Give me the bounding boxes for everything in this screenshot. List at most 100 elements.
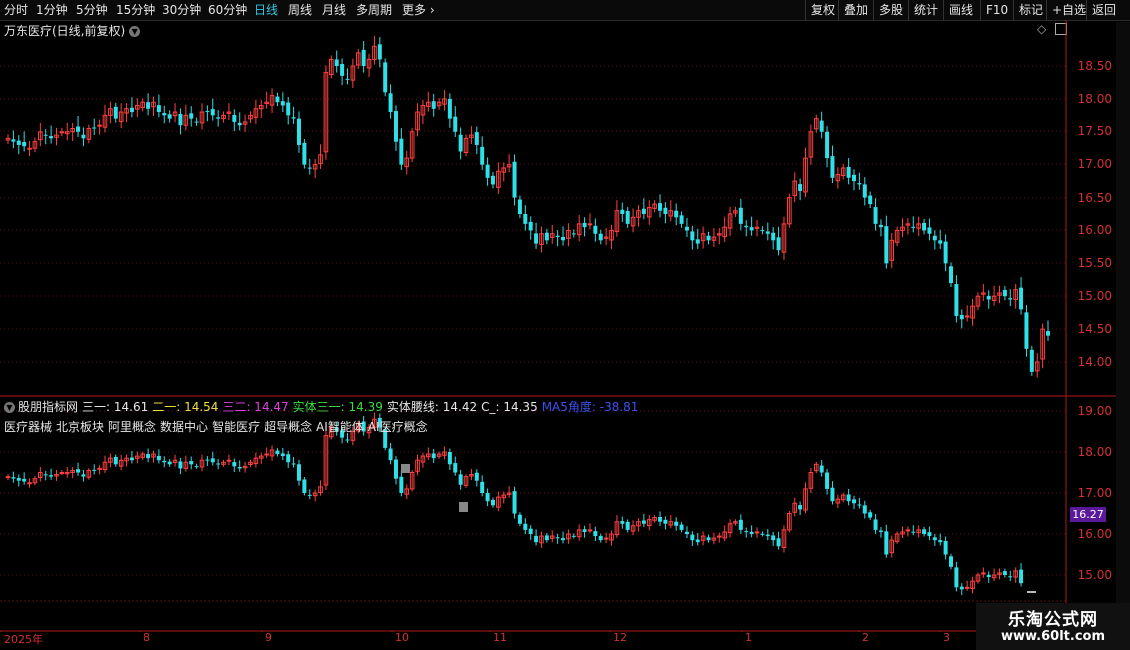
time-label: 1 — [745, 631, 752, 644]
candle-body — [485, 493, 490, 502]
concept-tag[interactable]: 超导概念 — [264, 420, 312, 434]
indicator-value-6: MA5角度: -38.81 — [541, 400, 639, 414]
candle-body — [43, 134, 48, 136]
period-tab-3[interactable]: 15分钟 — [116, 2, 155, 18]
kline-chart[interactable] — [0, 20, 1116, 632]
candle-body — [825, 131, 830, 159]
period-tab-0[interactable]: 分时 — [4, 2, 28, 18]
candle-body — [156, 455, 161, 461]
toolbar-button-6[interactable]: 标记 — [1013, 0, 1048, 20]
period-tab-8[interactable]: 月线 — [322, 2, 346, 18]
candle-body — [959, 586, 964, 590]
price-tick-label: 14.50 — [1077, 322, 1112, 336]
price-tick-label: 17.00 — [1077, 157, 1112, 171]
toolbar-button-8[interactable]: 返回 — [1086, 0, 1121, 20]
candle-body — [776, 538, 781, 547]
candle-body — [490, 175, 495, 185]
candle-body — [1024, 312, 1029, 349]
toolbar-button-4[interactable]: 画线 — [943, 0, 978, 20]
candle-body — [690, 534, 695, 541]
chevron-down-icon[interactable]: ▼ — [4, 402, 15, 413]
candle-body — [534, 233, 539, 244]
period-tab-2[interactable]: 5分钟 — [76, 2, 108, 18]
candle-body — [226, 459, 232, 462]
candle-body — [949, 266, 954, 284]
time-label: 10 — [395, 631, 409, 644]
toolbar-button-2[interactable]: 多股 — [873, 0, 908, 20]
candle-body — [587, 529, 593, 532]
candle-body — [846, 166, 851, 178]
candle-body — [81, 134, 86, 139]
candle-body — [11, 139, 16, 142]
candle-body — [749, 531, 754, 534]
price-tick-label: 16.50 — [1077, 191, 1112, 205]
candle-body — [232, 462, 237, 467]
period-tab-9[interactable]: 多周期 — [356, 2, 392, 18]
indicator-tick-label: 15.00 — [1077, 568, 1112, 582]
candle-body — [307, 494, 312, 496]
candle-body — [938, 540, 943, 543]
toolbar-button-5[interactable]: F10 — [980, 0, 1013, 20]
candle-body — [690, 231, 695, 241]
concept-tag[interactable]: 数据中心 — [160, 420, 208, 434]
candle-body — [205, 111, 210, 113]
candle-body — [878, 224, 883, 228]
candle-body — [307, 167, 312, 169]
indicator-value-3: 实体三一: 14.39 — [292, 400, 383, 414]
candle-body — [393, 459, 398, 479]
candle-body — [830, 156, 835, 178]
candle-body — [922, 222, 927, 231]
concept-tag[interactable]: 北京板块 — [56, 420, 104, 434]
watermark: 乐淘公式网 www.60lt.com — [976, 603, 1130, 650]
candle-body — [544, 232, 549, 241]
period-tab-1[interactable]: 1分钟 — [36, 2, 68, 18]
candle-body — [194, 466, 199, 468]
candle-body — [744, 531, 749, 533]
candle-body — [684, 226, 689, 231]
candle-body — [674, 521, 679, 526]
candle-body — [544, 535, 549, 541]
candle-body — [113, 106, 118, 119]
candle-body — [873, 207, 878, 224]
candle-body — [771, 535, 776, 541]
period-tab-5[interactable]: 60分钟 — [208, 2, 247, 18]
candle-body — [1046, 331, 1050, 336]
indicator-tick-label: 16.00 — [1077, 527, 1112, 541]
candle-body — [162, 460, 167, 463]
candle-body — [129, 457, 134, 461]
indicator-title[interactable]: ▼ 股朋指标网 三一: 14.61 二一: 14.54 三二: 14.47 实体三一: 1… — [4, 398, 646, 415]
period-tab-4[interactable]: 30分钟 — [162, 2, 201, 18]
concept-tag[interactable]: 阿里概念 — [108, 420, 156, 434]
toolbar-button-7[interactable]: +自选 — [1046, 0, 1091, 20]
candle-body — [943, 540, 948, 555]
toolbar-button-0[interactable]: 复权 — [805, 0, 840, 20]
toolbar-button-1[interactable]: 叠加 — [838, 0, 873, 20]
concept-tag[interactable]: 智能医疗 — [212, 420, 260, 434]
toolbar-button-3[interactable]: 统计 — [908, 0, 943, 20]
candle-body — [760, 230, 765, 232]
price-tick-label: 18.50 — [1077, 59, 1112, 73]
period-tab-7[interactable]: 周线 — [288, 2, 312, 18]
candle-body — [658, 203, 663, 211]
price-tick-label: 14.00 — [1077, 355, 1112, 369]
candle-body — [868, 512, 873, 518]
candle-body — [76, 469, 81, 473]
concept-tag[interactable]: AI智能体 — [316, 420, 364, 434]
candle-body — [706, 537, 711, 541]
candle-body — [760, 533, 765, 535]
candle-body — [1029, 349, 1034, 372]
candle-body — [1002, 571, 1007, 575]
candle-body — [189, 113, 194, 119]
candle-body — [399, 476, 404, 493]
period-tab-10[interactable]: 更多 › — [402, 2, 435, 18]
period-tab-6[interactable]: 日线 — [254, 2, 278, 18]
candle-body — [480, 146, 485, 165]
candle-body — [383, 62, 388, 93]
candle-body — [555, 235, 560, 238]
candle-body — [561, 237, 566, 241]
concept-tag[interactable]: 医疗器械 — [4, 420, 52, 434]
candle-body — [59, 472, 65, 474]
concept-tag[interactable]: AI医疗概念 — [368, 420, 428, 434]
candle-body — [485, 164, 490, 178]
candle-body — [716, 535, 722, 538]
